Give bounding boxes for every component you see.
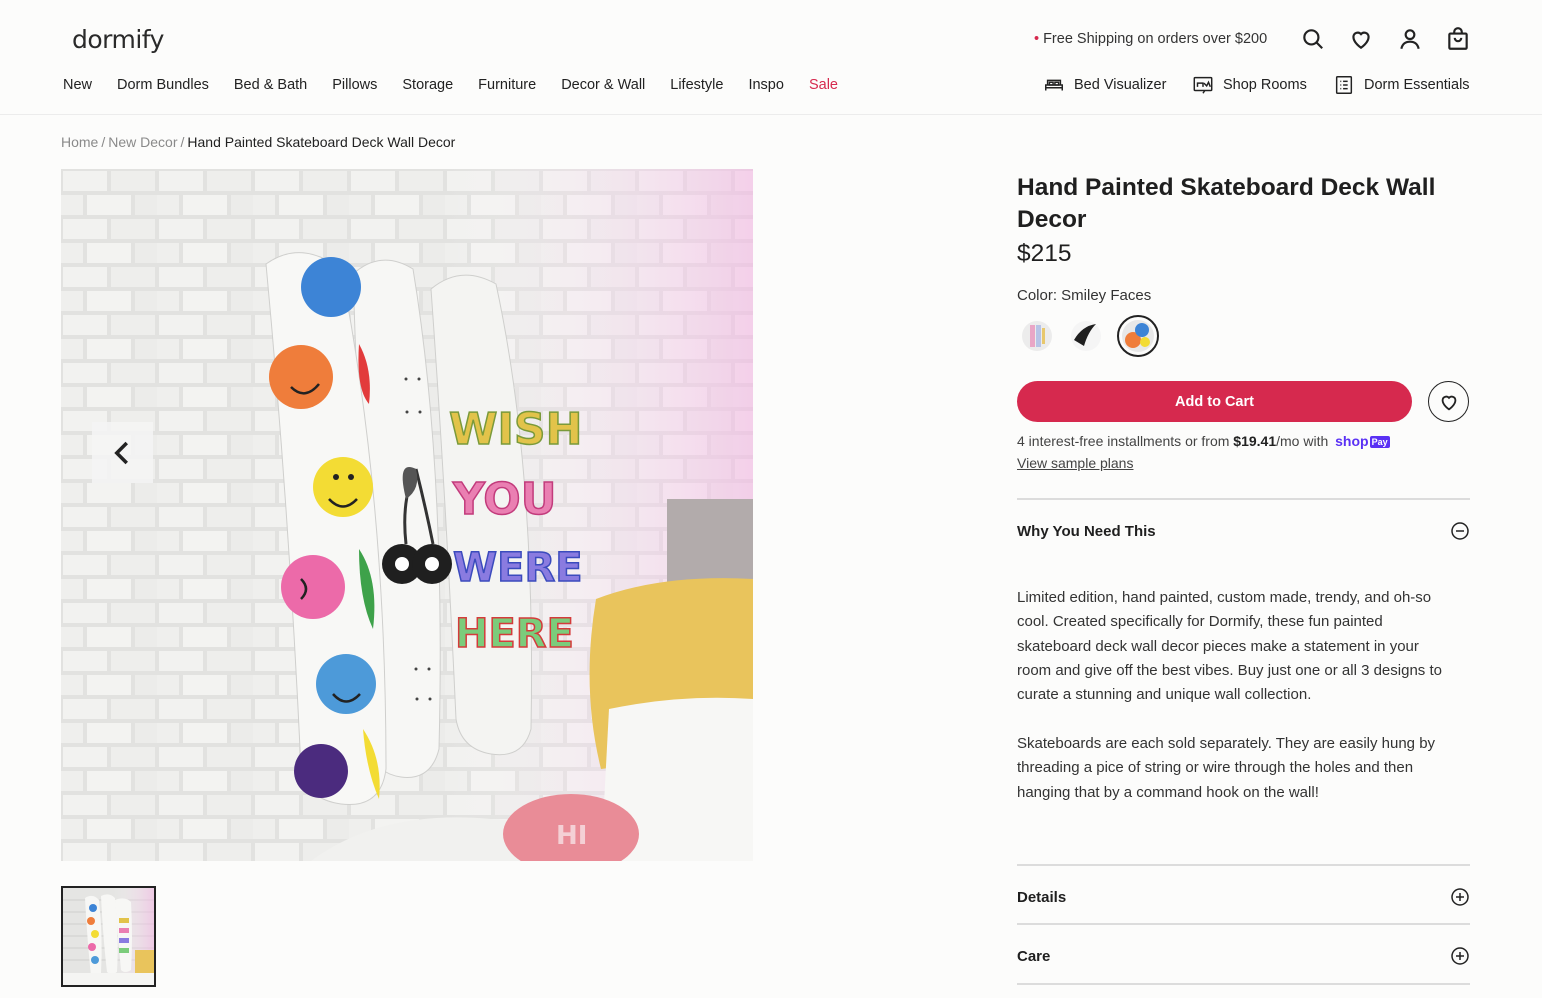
site-header: dormify • Free Shipping on orders over $2… — [0, 0, 1542, 115]
shop-pay-wordmark: shop — [1335, 433, 1369, 449]
accordion-divider — [1017, 923, 1470, 925]
dorm-essentials-label: Dorm Essentials — [1364, 77, 1470, 93]
dorm-essentials-link[interactable]: Dorm Essentials — [1333, 74, 1470, 96]
breadcrumb: Home / New Decor / Hand Painted Skateboard D… — [61, 134, 455, 150]
nav-item-dorm-bundles[interactable]: Dorm Bundles — [117, 77, 209, 93]
swatch-multicolor-image — [1022, 321, 1052, 351]
installments-text: 4 interest-free installments or from $19… — [1017, 433, 1390, 449]
deck-word-wish: WISH — [449, 404, 582, 455]
nav-item-lifestyle[interactable]: Lifestyle — [670, 77, 723, 93]
nav-item-bed-bath[interactable]: Bed & Bath — [234, 77, 307, 93]
deck-word-were: WERE — [453, 545, 583, 591]
chevron-left-icon — [113, 441, 128, 464]
search-icon[interactable] — [1300, 26, 1326, 52]
previous-image-button[interactable] — [92, 422, 153, 483]
breadcrumb-separator: / — [180, 134, 185, 150]
shop-rooms-icon — [1193, 76, 1213, 94]
bag-icon[interactable] — [1445, 26, 1471, 52]
deck-word-here: HERE — [455, 611, 574, 657]
why-paragraph-1: Limited edition, hand painted, custom ma… — [1017, 589, 1442, 704]
accordion-divider — [1017, 498, 1470, 500]
why-paragraph-2: Skateboards are each sold separately. Th… — [1017, 735, 1436, 801]
accordion-divider — [1017, 864, 1470, 866]
bed-icon — [1045, 79, 1063, 91]
nav-item-decor-wall[interactable]: Decor & Wall — [561, 77, 645, 93]
shop-rooms-link[interactable]: Shop Rooms — [1192, 74, 1307, 96]
account-icon[interactable] — [1397, 26, 1423, 52]
deck-word-you: YOU — [452, 474, 556, 525]
swatch-black-white[interactable] — [1066, 316, 1106, 356]
free-shipping-promo: • Free Shipping on orders over $200 — [1034, 31, 1267, 47]
add-to-wishlist-button[interactable] — [1428, 381, 1469, 422]
swatch-multicolor[interactable] — [1017, 316, 1057, 356]
accordion-care-title[interactable]: Care — [1017, 948, 1050, 965]
collapse-minus-icon[interactable] — [1450, 521, 1470, 541]
installments-suffix: /mo with — [1276, 433, 1329, 449]
bed-visualizer-link[interactable]: Bed Visualizer — [1043, 74, 1166, 96]
expand-plus-icon[interactable] — [1450, 946, 1470, 966]
nav-item-inspo[interactable]: Inspo — [748, 77, 783, 93]
color-label: Color: Smiley Faces — [1017, 287, 1152, 304]
swatch-smiley-faces-image — [1122, 320, 1154, 352]
shop-rooms-label: Shop Rooms — [1223, 77, 1307, 93]
installments-amount: $19.41 — [1233, 433, 1277, 449]
breadcrumb-current: Hand Painted Skateboard Deck Wall Decor — [187, 134, 456, 150]
nav-item-pillows[interactable]: Pillows — [332, 77, 377, 93]
expand-plus-icon[interactable] — [1450, 887, 1470, 907]
shop-pay-logo: shop Pay — [1335, 433, 1390, 449]
nav-item-furniture[interactable]: Furniture — [478, 77, 536, 93]
nav-item-storage[interactable]: Storage — [402, 77, 453, 93]
view-sample-plans-link[interactable]: View sample plans — [1017, 455, 1133, 471]
product-price: $215 — [1017, 240, 1072, 267]
dormify-logo[interactable]: dormify — [72, 25, 164, 54]
promo-text: Free Shipping on orders over $200 — [1043, 31, 1268, 47]
accordion-why-title[interactable]: Why You Need This — [1017, 523, 1156, 540]
thumbnail-image — [63, 888, 154, 985]
installments-prefix: 4 interest-free installments or from — [1017, 433, 1230, 449]
bed-visualizer-label: Bed Visualizer — [1074, 77, 1167, 93]
nav-item-new[interactable]: New — [63, 77, 92, 93]
add-to-cart-button[interactable]: Add to Cart — [1017, 381, 1412, 422]
nav-item-sale[interactable]: Sale — [809, 77, 838, 93]
accordion-details-title[interactable]: Details — [1017, 889, 1066, 906]
breadcrumb-separator: / — [101, 134, 106, 150]
swatch-smiley-faces[interactable] — [1117, 315, 1159, 357]
promo-dot: • — [1034, 31, 1040, 47]
product-thumbnail[interactable] — [61, 886, 156, 987]
skateboard-wall-photo: HI WISH YOU WERE HERE — [61, 169, 753, 861]
shop-pay-badge: Pay — [1369, 436, 1390, 449]
heart-icon — [1441, 395, 1456, 410]
checklist-icon — [1335, 76, 1353, 94]
breadcrumb-category[interactable]: New Decor — [108, 134, 177, 150]
swatch-black-white-image — [1071, 321, 1101, 351]
product-main-image[interactable]: HI WISH YOU WERE HERE — [61, 169, 753, 861]
breadcrumb-home[interactable]: Home — [61, 134, 98, 150]
product-title: Hand Painted Skateboard Deck Wall Decor — [1017, 174, 1436, 233]
pillow-word: HI — [556, 821, 587, 851]
accordion-divider — [1017, 983, 1470, 985]
main-nav: New Dorm Bundles Bed & Bath Pillows Stor… — [63, 77, 863, 93]
heart-icon[interactable] — [1348, 26, 1374, 52]
